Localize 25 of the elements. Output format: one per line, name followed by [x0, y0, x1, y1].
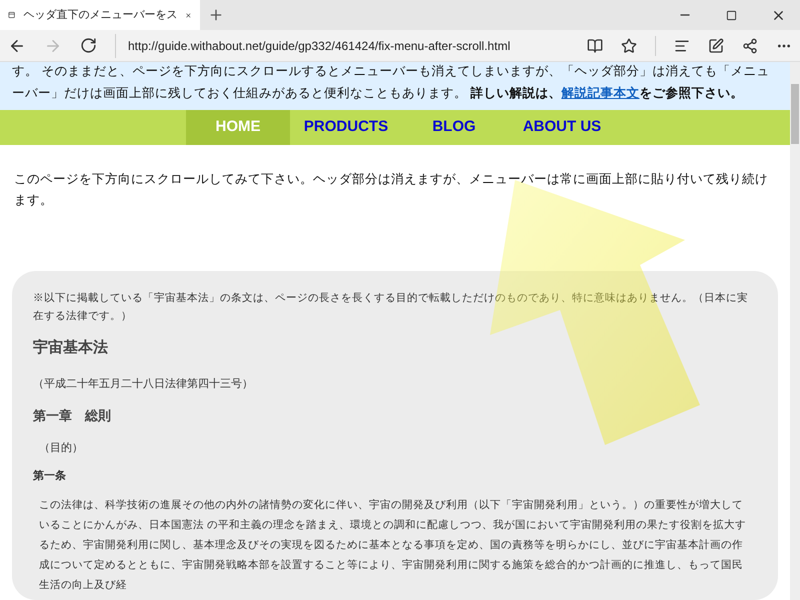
- scrollbar[interactable]: [790, 62, 800, 600]
- refresh-icon[interactable]: [80, 37, 97, 54]
- note-pen-icon[interactable]: [708, 38, 724, 54]
- nav-tab[interactable]: ABOUT US: [510, 110, 614, 145]
- article-caption: （目的）: [38, 440, 84, 456]
- browser-tab[interactable]: ヘッダ直下のメニューバーをス: [0, 0, 200, 30]
- new-tab-icon[interactable]: [208, 7, 224, 23]
- header-text: す。 そのままだと、ページを下方向にスクロールするとメニューバーも消えてしまいますが、「ヘッダ部分」は消えても「メニューバー」だけは画面上部に残しておく仕組みがあると便利なこともあります。 詳しい解説は、解説記事本文をご参照下さい。: [12, 63, 770, 102]
- law-title: 宇宙基本法: [33, 338, 109, 358]
- chapter-heading: 第一章 総則: [33, 407, 112, 426]
- maximize-icon[interactable]: [726, 10, 737, 20]
- favorite-star-icon[interactable]: [621, 38, 637, 54]
- law-number: （平成二十年五月二十八日法律第四十三号）: [33, 376, 254, 392]
- nav-tab[interactable]: BLOG: [402, 110, 506, 145]
- article-link[interactable]: 解説記事本文: [561, 86, 640, 100]
- share-icon[interactable]: [742, 38, 758, 54]
- hub-icon[interactable]: [674, 38, 690, 54]
- address-field[interactable]: http://guide.withabout.net/guide/gp332/461424/fix-menu-after-scroll.html: [115, 34, 569, 58]
- article-body: この法律は、科学技術の進展その他の内外の諸情勢の変化に伴い、宇宙の開発及び利用（以下「宇宙開発利用」という。）の重要性が増大していることにかんがみ、日本国憲法 の平和主義の理念を踏まえ、環境との調和に配慮しつつ、我が国において宇宙開発利用の果たす役割を拡大するため、宇宙開発利用に関し、基本理念及びその実現を図るために基本となる事項を定め、国の責務等を明らかにし、並びに宇宙基本計画の作成について定めるとともに、宇宙開発戦略本部を設置すること等により、宇宙開発利用に関する施策を総合的かつ計画的に推進し、もって国民生活の向上及び経: [38, 498, 747, 593]
- note-text: ※以下に掲載している「宇宙基本法」の条文は、ページの長さを長くする目的で転載しただけのものであり、特に意味はありません。（日本に実在する法律です。）: [33, 291, 749, 324]
- article-heading: 第一条: [33, 468, 67, 484]
- reading-view-icon[interactable]: [587, 38, 603, 54]
- tab-title: ヘッダ直下のメニューバーをス: [23, 8, 178, 23]
- nav-tab[interactable]: PRODUCTS: [294, 110, 398, 145]
- intro-text: このページを下方向にスクロールしてみて下さい。ヘッダ部分は消えますが、メニューバーは常に画面上部に貼り付いて残り続けます。: [13, 170, 769, 209]
